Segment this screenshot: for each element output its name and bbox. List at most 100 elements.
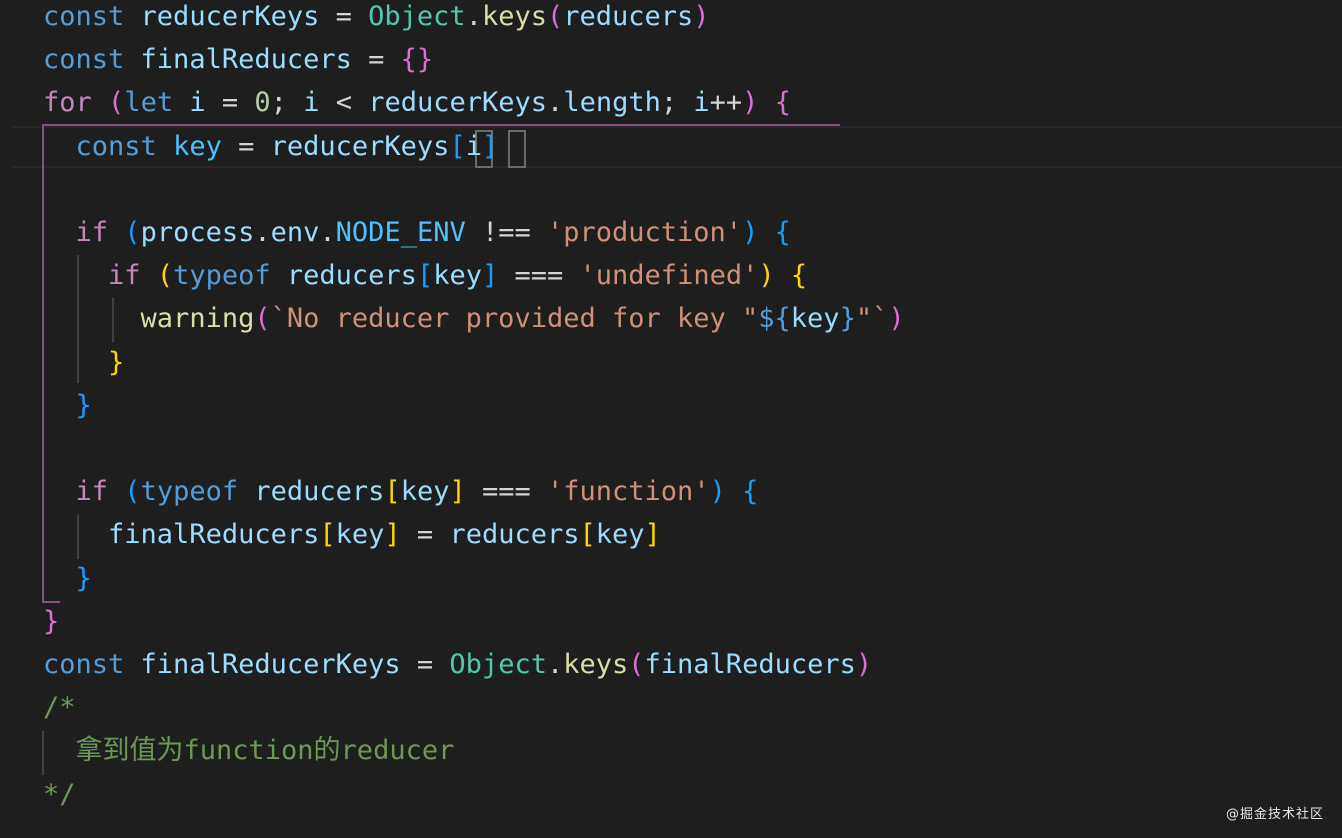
code-token: "` <box>855 303 889 335</box>
code-token: const <box>43 649 125 680</box>
watermark: @掘金技术社区 <box>1225 807 1324 822</box>
code-line-text: finalReducers[key] = reducers[key] <box>43 513 661 556</box>
code-token: finalReducers <box>140 44 352 76</box>
code-line[interactable]: } <box>0 557 1342 600</box>
code-token: = <box>351 44 401 76</box>
code-token: ( <box>124 476 141 508</box>
code-token: = <box>400 519 450 551</box>
code-token: . <box>547 87 564 119</box>
code-token: ) <box>888 303 905 335</box>
code-token: { <box>774 217 791 248</box>
code-token: /* <box>43 692 76 724</box>
code-token: typeof <box>173 260 271 292</box>
code-token: < <box>319 87 369 119</box>
code-line[interactable]: } <box>0 384 1342 427</box>
code-token: i <box>693 87 710 119</box>
code-line[interactable] <box>0 168 1342 211</box>
code-line[interactable]: if (process.env.NODE_ENV !== 'production… <box>0 211 1342 254</box>
code-line[interactable]: for (let i = 0; i < reducerKeys.length; … <box>0 81 1342 124</box>
code-token: ] <box>384 519 401 551</box>
code-line-text: /* <box>43 686 76 729</box>
code-line[interactable]: } <box>0 341 1342 384</box>
code-line[interactable]: } <box>0 600 1342 643</box>
code-line[interactable]: */ <box>0 773 1342 816</box>
code-line[interactable]: const finalReducers = {} <box>0 38 1342 81</box>
code-token: ( <box>108 87 125 119</box>
code-token: reducers <box>286 260 417 292</box>
code-line-text: } <box>43 557 92 600</box>
code-token: } <box>43 605 60 637</box>
code-token: } <box>75 389 92 421</box>
code-token: finalReducers <box>108 519 320 551</box>
code-token: ${ <box>758 303 791 335</box>
code-token: finalReducers <box>644 649 856 680</box>
code-token: ) <box>742 87 759 119</box>
code-line-text: const key = reducerKeys[i] <box>43 125 499 168</box>
code-token: ; <box>660 87 694 119</box>
code-token: Object <box>368 1 466 32</box>
code-line[interactable]: const key = reducerKeys[i] <box>0 125 1342 168</box>
code-token: { <box>742 476 759 508</box>
code-token: ( <box>124 217 141 248</box>
code-line[interactable]: const finalReducerKeys = Object.keys(fin… <box>0 643 1342 686</box>
code-token: 'production' <box>547 217 743 248</box>
code-line-text: } <box>43 600 59 643</box>
code-editor[interactable]: const reducerKeys = Object.keys(reducers… <box>0 0 1342 838</box>
code-token: Object <box>449 649 547 680</box>
code-token: if <box>75 476 109 508</box>
code-token: warning <box>140 303 255 335</box>
code-token: { <box>774 87 791 119</box>
code-token: key <box>173 130 222 162</box>
code-line[interactable]: if (typeof reducers[key] === 'undefined'… <box>0 254 1342 297</box>
code-token: . <box>319 217 336 248</box>
code-token: reducers <box>563 1 694 32</box>
code-token: 拿到值为function的reducer <box>43 735 455 767</box>
code-token: key <box>433 260 482 292</box>
code-token: length <box>563 87 661 119</box>
code-line-text: warning(`No reducer provided for key "${… <box>43 297 905 340</box>
code-line-text: const finalReducers = {} <box>43 38 433 81</box>
code-line[interactable]: if (typeof reducers[key] === 'function')… <box>0 470 1342 513</box>
code-token: ( <box>254 303 271 335</box>
code-line-text: 拿到值为function的reducer <box>43 729 455 772</box>
code-token: reducerKeys <box>270 130 450 162</box>
code-line-text: } <box>43 384 92 427</box>
code-token: === <box>465 476 548 508</box>
code-line[interactable]: warning(`No reducer provided for key "${… <box>0 297 1342 340</box>
code-line[interactable]: 拿到值为function的reducer <box>0 729 1342 772</box>
code-token: key <box>400 476 450 508</box>
code-token: = <box>400 649 450 680</box>
code-token: ] <box>449 476 466 508</box>
code-token: !== <box>465 217 547 248</box>
code-line-text: if (process.env.NODE_ENV !== 'production… <box>43 211 791 254</box>
code-token: {} <box>400 44 434 76</box>
code-line-text: if (typeof reducers[key] === 'undefined'… <box>43 254 807 297</box>
code-line[interactable]: const reducerKeys = Object.keys(reducers… <box>0 0 1342 38</box>
code-token: ) <box>855 649 873 680</box>
code-token: ( <box>156 260 174 292</box>
code-token: ++ <box>709 87 743 119</box>
code-line-text: for (let i = 0; i < reducerKeys.length; … <box>43 81 791 124</box>
code-token: ( <box>628 649 645 680</box>
code-token: = <box>205 87 255 119</box>
code-token: for <box>43 87 92 119</box>
code-token: = <box>319 1 369 32</box>
code-token: `No reducer provided for key " <box>270 303 759 335</box>
code-token: if <box>108 260 141 292</box>
code-line[interactable]: /* <box>0 686 1342 729</box>
code-line[interactable] <box>0 427 1342 470</box>
code-line[interactable]: finalReducers[key] = reducers[key] <box>0 513 1342 556</box>
code-token: [ <box>579 519 596 551</box>
